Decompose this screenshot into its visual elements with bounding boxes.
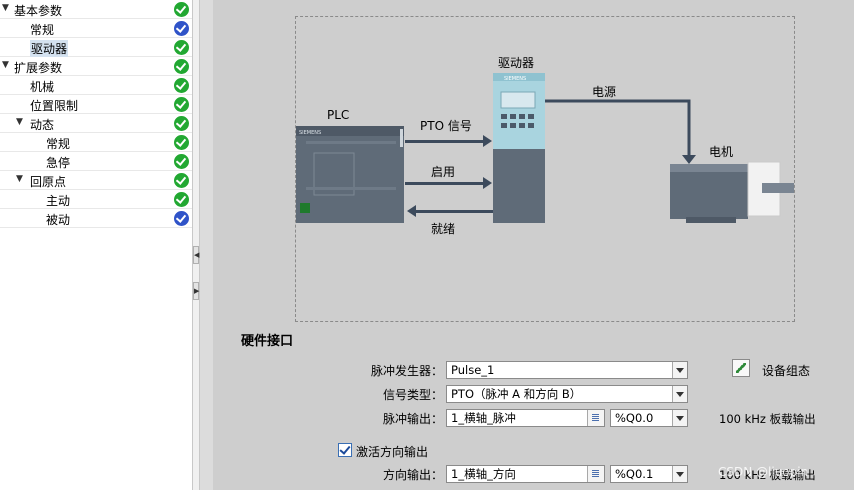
navigation-tree: ▼ 基本参数 常规 驱动器 ▼ 扩展参数 机械 位置限制 ▼ 动态 常规 急停 ▼ 回原点 主动 被动 bbox=[0, 0, 192, 490]
panel-splitter[interactable]: ◀ ▶ bbox=[192, 0, 200, 490]
check-ok-icon bbox=[174, 154, 189, 169]
nav-item[interactable]: 机械 bbox=[0, 76, 192, 95]
check-ok-icon bbox=[174, 173, 189, 188]
signal-type-select[interactable]: PTO（脉冲 A 和方向 B） bbox=[446, 385, 688, 403]
content-panel: SIEMENS SIEMENS PLC 驱动器 电机 电源 PTO 信号 启用 … bbox=[213, 0, 854, 490]
browse-tags-icon[interactable] bbox=[587, 410, 604, 426]
section-title: 硬件接口 bbox=[241, 334, 294, 349]
enable-direction-label[interactable]: 激活方向输出 bbox=[356, 443, 428, 460]
chevron-down-icon[interactable] bbox=[672, 410, 687, 426]
nav-item-label: 被动 bbox=[46, 213, 71, 227]
nav-item-label: 动态 bbox=[30, 118, 55, 132]
nav-item[interactable]: 常规 bbox=[0, 19, 192, 38]
watermark: CSDN @liuopin bbox=[718, 465, 809, 479]
browse-tags-icon[interactable] bbox=[587, 466, 604, 482]
direction-output-label: 方向输出： bbox=[382, 468, 443, 482]
nav-item[interactable]: 驱动器 bbox=[0, 38, 192, 57]
direction-output-address-select[interactable]: %Q0.1 bbox=[610, 465, 688, 483]
pulse-generator-select[interactable]: Pulse_1 bbox=[446, 361, 688, 379]
check-ok-icon bbox=[174, 78, 189, 93]
nav-item[interactable]: ▼ 扩展参数 bbox=[0, 57, 192, 76]
plc-device bbox=[296, 126, 404, 223]
diagram-graphics: SIEMENS SIEMENS bbox=[296, 73, 794, 223]
nav-item[interactable]: 常规 bbox=[0, 133, 192, 152]
check-ok-icon bbox=[174, 116, 189, 131]
signal-type-label: 信号类型： bbox=[382, 388, 443, 402]
direction-output-tag: 1_横轴_方向 bbox=[451, 467, 516, 481]
nav-item-label: 基本参数 bbox=[14, 4, 63, 18]
ready-label: 就绪 bbox=[431, 222, 456, 236]
direction-output-tag-field[interactable]: 1_横轴_方向 bbox=[446, 465, 605, 483]
pulse-generator-label: 脉冲发生器： bbox=[370, 364, 443, 378]
chevron-down-icon[interactable] bbox=[672, 466, 687, 482]
power-label: 电源 bbox=[592, 85, 617, 99]
check-ok-icon bbox=[174, 97, 189, 112]
nav-item-label: 回原点 bbox=[30, 175, 67, 189]
nav-item-label: 常规 bbox=[30, 23, 55, 37]
expand-triangle-icon[interactable]: ▼ bbox=[16, 117, 23, 127]
nav-item[interactable]: 急停 bbox=[0, 152, 192, 171]
nav-item-label: 常规 bbox=[46, 137, 71, 151]
expand-triangle-icon[interactable]: ▼ bbox=[16, 174, 23, 184]
device-config-icon[interactable] bbox=[732, 359, 750, 377]
nav-item[interactable]: 被动 bbox=[0, 209, 192, 228]
collapse-left-button[interactable]: ◀ bbox=[193, 246, 199, 264]
power-line bbox=[545, 99, 691, 157]
nav-item[interactable]: ▼ 基本参数 bbox=[0, 0, 192, 19]
nav-item-label: 机械 bbox=[30, 80, 55, 94]
nav-item[interactable]: 主动 bbox=[0, 190, 192, 209]
pto-signal-arrow bbox=[405, 135, 492, 147]
power-arrow-head bbox=[682, 155, 696, 164]
plc-label: PLC bbox=[327, 108, 350, 122]
enable-direction-checkbox[interactable] bbox=[338, 443, 352, 457]
nav-item-label: 扩展参数 bbox=[14, 61, 63, 75]
main-area: SIEMENS SIEMENS PLC 驱动器 电机 电源 PTO 信号 启用 … bbox=[200, 0, 854, 490]
motor-label: 电机 bbox=[709, 145, 734, 159]
plc-brand: SIEMENS bbox=[299, 130, 321, 136]
direction-output-address: %Q0.1 bbox=[615, 467, 654, 481]
nav-item[interactable]: ▼ 动态 bbox=[0, 114, 192, 133]
hardware-diagram: SIEMENS SIEMENS PLC 驱动器 电机 电源 PTO 信号 启用 … bbox=[295, 16, 795, 322]
expand-triangle-icon[interactable]: ▼ bbox=[2, 60, 9, 70]
nav-item[interactable]: 位置限制 bbox=[0, 95, 192, 114]
chevron-down-icon[interactable] bbox=[672, 386, 687, 402]
check-ok-icon bbox=[174, 59, 189, 74]
pulse-generator-value: Pulse_1 bbox=[451, 363, 495, 377]
nav-item-label: 急停 bbox=[46, 156, 71, 170]
pto-signal-label: PTO 信号 bbox=[420, 119, 472, 133]
drive-label: 驱动器 bbox=[498, 56, 535, 70]
nav-item[interactable]: ▼ 回原点 bbox=[0, 171, 192, 190]
nav-item-label: 主动 bbox=[46, 194, 71, 208]
drive-brand: SIEMENS bbox=[504, 76, 526, 82]
check-ok-icon bbox=[174, 192, 189, 207]
expand-triangle-icon[interactable]: ▼ bbox=[2, 3, 9, 13]
pulse-output-address-select[interactable]: %Q0.0 bbox=[610, 409, 688, 427]
enable-arrow bbox=[405, 177, 492, 189]
check-info-icon bbox=[174, 21, 189, 36]
drive-device bbox=[493, 73, 545, 223]
pulse-output-tag: 1_横轴_脉冲 bbox=[451, 411, 516, 425]
motor bbox=[670, 161, 794, 223]
pulse-output-tag-field[interactable]: 1_横轴_脉冲 bbox=[446, 409, 605, 427]
pulse-output-note: 100 kHz 板载输出 bbox=[719, 412, 816, 426]
pulse-output-address: %Q0.0 bbox=[615, 411, 654, 425]
nav-item-label: 驱动器 bbox=[30, 40, 69, 57]
nav-item-label: 位置限制 bbox=[30, 99, 79, 113]
device-config-link[interactable]: 设备组态 bbox=[762, 362, 810, 379]
pulse-output-label: 脉冲输出： bbox=[382, 412, 443, 426]
signal-type-value: PTO（脉冲 A 和方向 B） bbox=[451, 387, 582, 401]
check-info-icon bbox=[174, 211, 189, 226]
ready-arrow bbox=[407, 205, 493, 217]
check-ok-icon bbox=[174, 2, 189, 17]
chevron-down-icon[interactable] bbox=[672, 362, 687, 378]
check-ok-icon bbox=[174, 40, 189, 55]
expand-right-button[interactable]: ▶ bbox=[193, 282, 199, 300]
check-ok-icon bbox=[174, 135, 189, 150]
enable-label: 启用 bbox=[431, 165, 456, 179]
